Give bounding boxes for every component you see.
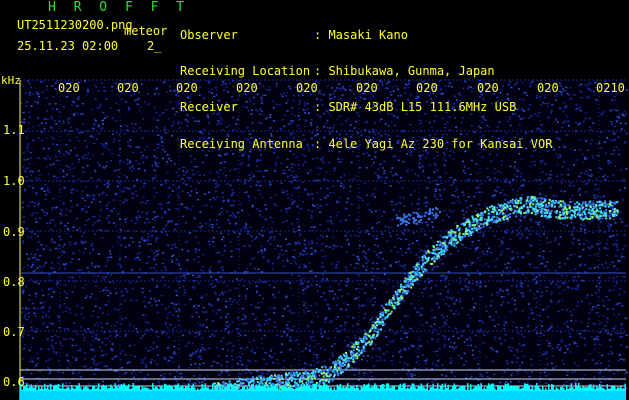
info-label: Observer — [180, 28, 238, 42]
x-tick-label: 020 — [477, 81, 499, 95]
info-value: : Masaki Kano — [314, 28, 408, 42]
app-title: H R O F F T — [48, 0, 190, 15]
info-row-location: Receiving Location: Shibukawa, Gunma, Ja… — [180, 65, 552, 77]
info-label: Receiving Antenna — [180, 136, 303, 151]
info-label: Receiver — [180, 100, 238, 115]
x-tick-label: 020 — [356, 81, 378, 95]
info-row-antenna: Receiving Antenna : 4ele Yagi Az 230 for … — [180, 138, 552, 150]
y-tick-label: 0.8 — [3, 275, 25, 289]
date-time: 25.11.23 02:00 2_ — [17, 39, 162, 53]
event-tag: meteor — [124, 24, 168, 38]
y-tick-label: 0.7 — [3, 325, 25, 339]
y-tick-label: 1.1 — [3, 123, 25, 137]
baseline-band — [20, 391, 626, 400]
y-axis-unit: kHz — [1, 74, 21, 87]
info-value: : 4ele Yagi Az 230 for Kansai VOR — [314, 136, 553, 151]
info-row-receiver: Receiver : SDR# 43dB L15 111.6MHz USB — [180, 101, 552, 113]
x-tick-label: 020 — [537, 81, 559, 95]
x-tick-label: 020 — [296, 81, 318, 95]
y-tick-label: 0.9 — [3, 225, 25, 239]
file-name: UT2511230200.png — [17, 18, 133, 32]
x-tick-label: 020 — [416, 81, 438, 95]
x-tick-label: 020 — [58, 81, 80, 95]
info-value: : SDR# 43dB L15 111.6MHz USB — [314, 100, 517, 115]
x-tick-label: 0210 — [596, 81, 625, 95]
y-tick-label: 0.6 — [3, 375, 25, 389]
x-tick-label: 020 — [117, 81, 139, 95]
info-label: Receiving Location — [180, 64, 311, 79]
x-tick-label: 020 — [236, 81, 258, 95]
x-tick-label: 020 — [176, 81, 198, 95]
y-tick-label: 1.0 — [3, 174, 25, 188]
info-row-observer: Observer : Masaki Kano — [180, 29, 552, 41]
info-value: : Shibukawa, Gunma, Japan — [314, 64, 495, 79]
